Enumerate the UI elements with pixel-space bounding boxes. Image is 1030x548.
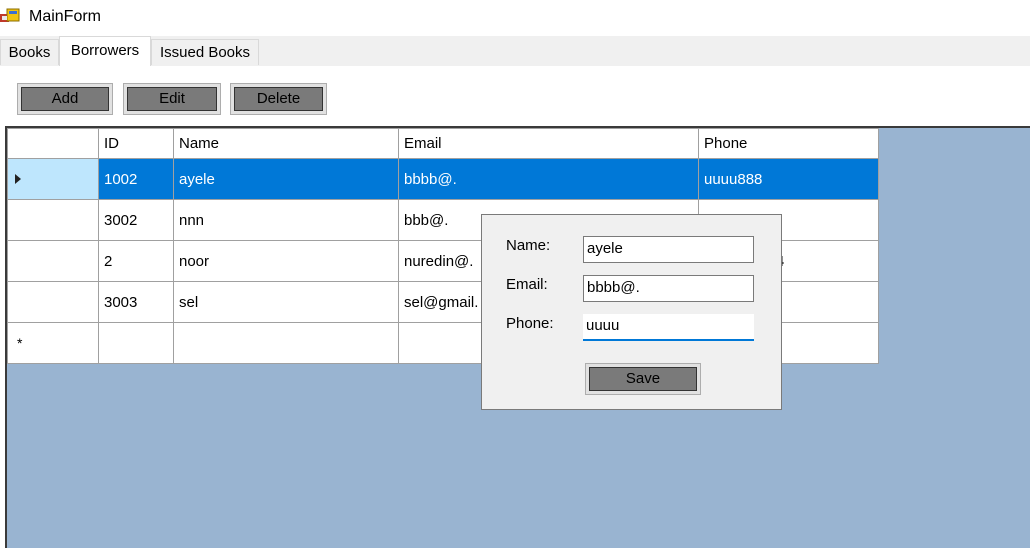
tab-borrowers[interactable]: Borrowers — [59, 36, 151, 67]
row-header[interactable] — [7, 199, 99, 241]
edit-button-label: Edit — [127, 87, 217, 111]
column-header-name[interactable]: Name — [173, 128, 399, 159]
row-header[interactable] — [7, 240, 99, 282]
cell-id[interactable] — [98, 322, 174, 364]
phone-field[interactable]: uuuu — [583, 314, 754, 341]
edit-borrower-panel: Name: ayele Email: bbbb@. Phone: uuuu Sa… — [481, 214, 782, 410]
table-row-selected[interactable]: 1002 ayele bbbb@. uuuu888 — [7, 158, 879, 200]
tab-books[interactable]: Books — [0, 39, 59, 65]
column-header-id[interactable]: ID — [98, 128, 174, 159]
cell-name[interactable]: ayele — [173, 158, 399, 200]
window-title: MainForm — [29, 8, 102, 25]
delete-button-label: Delete — [234, 87, 323, 111]
grid-corner-cell[interactable] — [7, 128, 99, 159]
cell-name[interactable]: noor — [173, 240, 399, 282]
cell-name[interactable] — [173, 322, 399, 364]
delete-button[interactable]: Delete — [230, 83, 327, 115]
current-row-arrow-icon — [15, 173, 21, 184]
cell-id[interactable]: 1002 — [98, 158, 174, 200]
phone-label: Phone: — [506, 315, 554, 332]
column-header-phone[interactable]: Phone — [698, 128, 879, 159]
name-label: Name: — [506, 237, 551, 254]
cell-phone[interactable]: uuuu888 — [698, 158, 879, 200]
cell-id[interactable]: 2 — [98, 240, 174, 282]
app-window-icon — [0, 8, 20, 22]
title-bar: MainForm — [0, 0, 1030, 36]
grid-header-row: ID Name Email Phone — [7, 128, 879, 159]
row-header[interactable] — [7, 281, 99, 323]
email-field[interactable]: bbbb@. — [583, 275, 754, 302]
add-button[interactable]: Add — [17, 83, 113, 115]
add-button-label: Add — [21, 87, 109, 111]
row-header-current[interactable] — [7, 158, 99, 200]
cell-name[interactable]: sel — [173, 281, 399, 323]
column-header-email[interactable]: Email — [398, 128, 699, 159]
cell-id[interactable]: 3002 — [98, 199, 174, 241]
save-button[interactable]: Save — [585, 363, 701, 395]
tab-issued-books[interactable]: Issued Books — [151, 39, 259, 65]
tab-strip: Books Borrowers Issued Books — [0, 36, 1030, 67]
name-field[interactable]: ayele — [583, 236, 754, 263]
cell-name[interactable]: nnn — [173, 199, 399, 241]
save-button-label: Save — [589, 367, 697, 391]
new-row-header[interactable]: * — [7, 322, 99, 364]
cell-email[interactable]: bbbb@. — [398, 158, 699, 200]
new-row-marker: * — [17, 334, 23, 351]
cell-id[interactable]: 3003 — [98, 281, 174, 323]
edit-button[interactable]: Edit — [123, 83, 221, 115]
email-label: Email: — [506, 276, 548, 293]
